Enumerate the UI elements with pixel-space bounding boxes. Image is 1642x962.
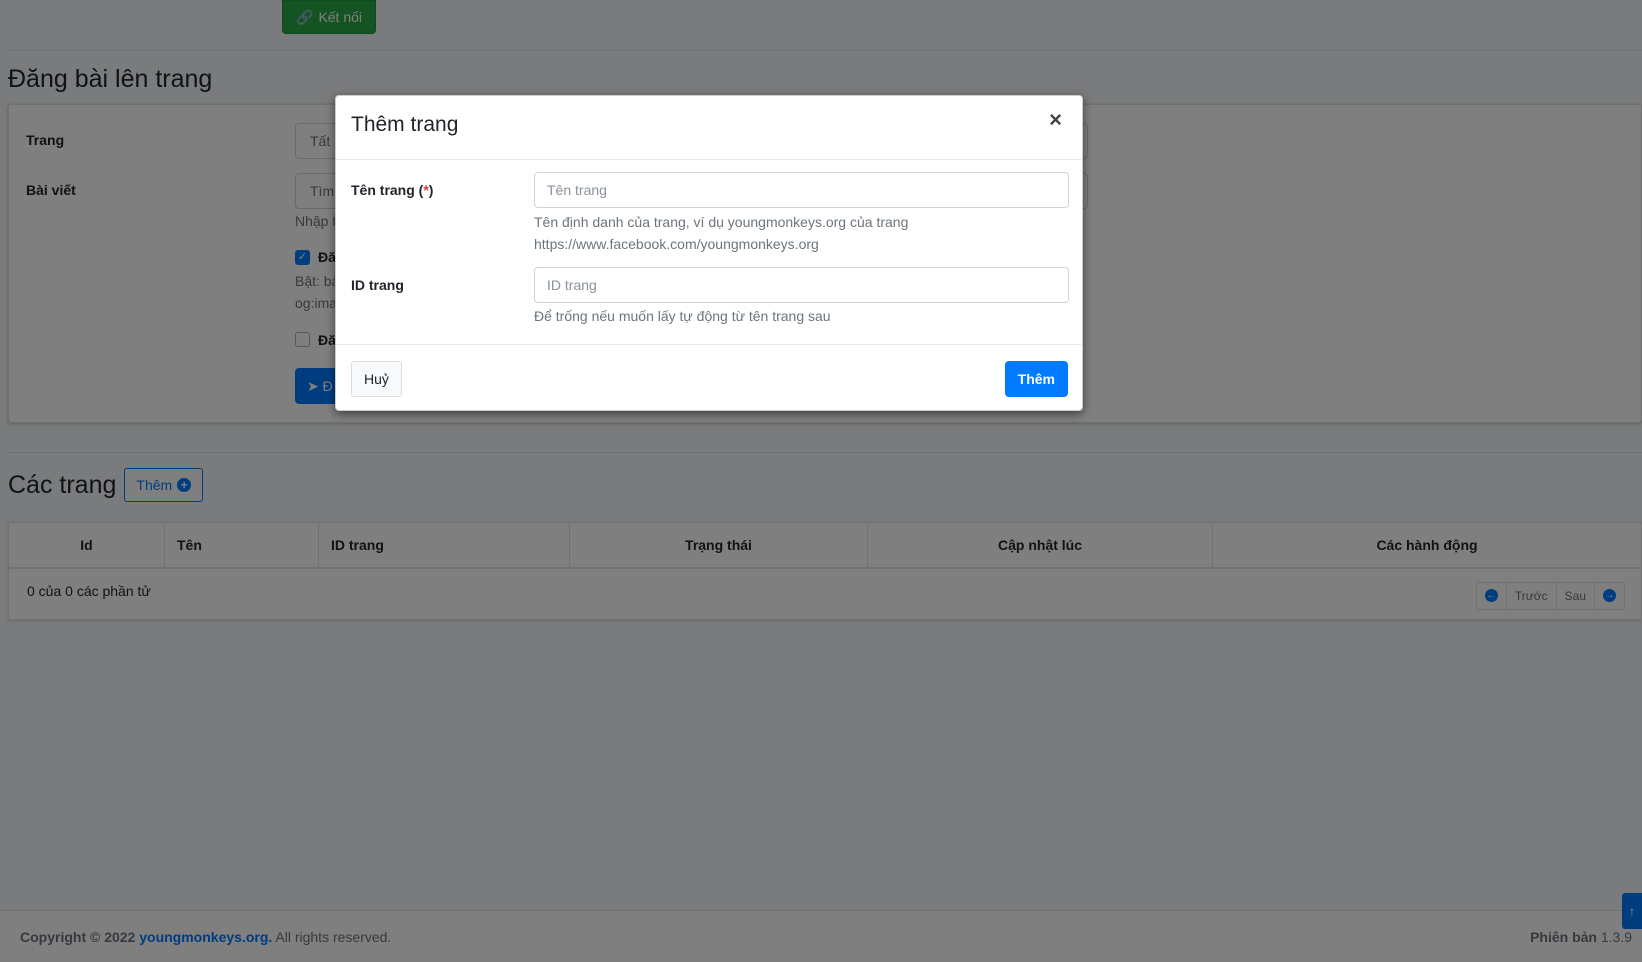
add-page-modal: Thêm trang × Tên trang (*) Tên định danh… xyxy=(335,95,1083,411)
modal-title: Thêm trang xyxy=(351,113,459,136)
page-name-label: Tên trang (*) xyxy=(351,182,434,198)
cancel-button[interactable]: Huỷ xyxy=(351,361,402,397)
close-icon[interactable]: × xyxy=(1043,108,1068,132)
page-id-help: Để trống nếu muốn lấy tự động từ tên tra… xyxy=(534,308,831,324)
modal-footer: Huỷ Thêm xyxy=(336,344,1082,412)
page: 🔗 Kết nối Đăng bài lên trang Trang Tất B… xyxy=(0,0,1642,962)
modal-header: Thêm trang × xyxy=(336,96,1082,160)
page-name-input[interactable] xyxy=(534,172,1069,208)
page-id-input[interactable] xyxy=(534,267,1069,303)
page-id-label: ID trang xyxy=(351,277,404,293)
page-name-help: Tên định danh của trang, ví dụ youngmonk… xyxy=(534,214,909,252)
add-button[interactable]: Thêm xyxy=(1004,361,1068,397)
